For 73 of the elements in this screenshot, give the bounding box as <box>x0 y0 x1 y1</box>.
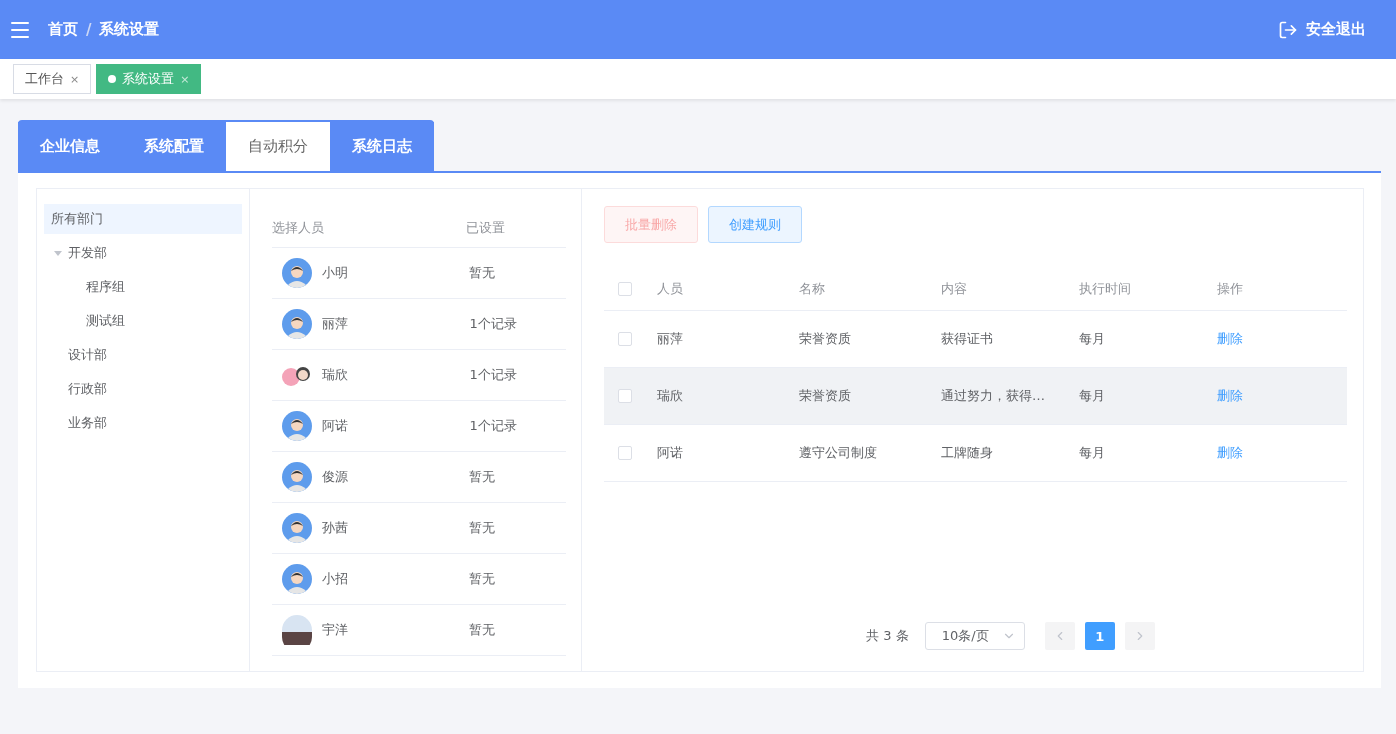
record-status: 暂无 <box>469 519 496 537</box>
table-cell-text: 荣誉资质 <box>799 387 852 405</box>
record-status: 暂无 <box>469 621 496 639</box>
close-icon[interactable]: × <box>70 72 80 86</box>
tree-item[interactable]: 测试组 <box>44 306 242 336</box>
checkbox[interactable] <box>618 389 632 403</box>
record-status: 暂无 <box>469 468 496 486</box>
table-cell-text: 阿诺 <box>657 444 684 462</box>
tree-item[interactable]: 设计部 <box>44 340 242 370</box>
record-status: 1个记录 <box>469 315 517 333</box>
column-header: 人员 <box>657 279 684 298</box>
column-header: 执行时间 <box>1079 279 1132 298</box>
page-size-select[interactable]: 10条/页 <box>924 622 1025 650</box>
total-count: 共 3 条 <box>866 627 909 645</box>
tab[interactable]: 自动积分 <box>226 122 330 171</box>
tree-item[interactable]: 开发部 <box>44 238 242 268</box>
person-name: 小招 <box>322 570 348 588</box>
active-dot <box>108 75 117 83</box>
person-name: 俊源 <box>322 468 348 486</box>
avatar-icon <box>282 309 312 339</box>
breadcrumb-item[interactable]: 系统设置 <box>99 20 160 39</box>
checkbox[interactable] <box>618 332 632 346</box>
column-header: 名称 <box>799 279 826 298</box>
avatar-icon <box>282 462 312 492</box>
checkbox[interactable] <box>618 446 632 460</box>
person-name: 孙茜 <box>322 519 348 537</box>
column-header: 已设置 <box>466 219 507 237</box>
table-cell-text: 每月 <box>1079 330 1106 348</box>
logout-button[interactable]: 安全退出 <box>1272 18 1372 41</box>
avatar-icon <box>282 513 312 543</box>
breadcrumb-separator: / <box>86 20 92 39</box>
record-status: 1个记录 <box>469 417 517 435</box>
table-cell-text: 通过努力，获得… <box>941 387 1046 405</box>
tree-item[interactable]: 程序组 <box>44 272 242 302</box>
person-row[interactable]: 孙茜 暂无 <box>272 503 566 554</box>
table-cell-text: 工牌随身 <box>941 444 994 462</box>
table-cell-text: 丽萍 <box>657 330 684 348</box>
logout-icon <box>1278 19 1298 40</box>
table-cell-text: 荣誉资质 <box>799 330 852 348</box>
caret-icon <box>54 250 62 256</box>
tree-item[interactable]: 行政部 <box>44 374 242 404</box>
column-header: 内容 <box>941 279 968 298</box>
person-row[interactable]: 宇洋 暂无 <box>272 605 566 656</box>
breadcrumb-item[interactable]: 首页 <box>48 20 78 39</box>
table-cell-text: 获得证书 <box>941 330 994 348</box>
person-name: 瑞欣 <box>322 366 348 384</box>
photo-placeholder <box>282 615 312 645</box>
column-header: 选择人员 <box>272 219 325 237</box>
tree-item[interactable]: 业务部 <box>44 408 242 438</box>
person-row[interactable]: 瑞欣 1个记录 <box>272 350 566 401</box>
person-name: 小明 <box>322 264 348 282</box>
record-status: 暂无 <box>469 264 496 282</box>
person-name: 丽萍 <box>322 315 348 333</box>
record-status: 1个记录 <box>469 366 517 384</box>
avatar-icon <box>282 564 312 594</box>
person-row[interactable]: 阿诺 1个记录 <box>272 401 566 452</box>
checkbox[interactable] <box>618 281 632 296</box>
table-cell-text: 每月 <box>1079 387 1106 405</box>
table-cell-text: 每月 <box>1079 444 1106 462</box>
avatar-icon <box>282 411 312 441</box>
person-name: 宇洋 <box>322 621 348 639</box>
column-header: 操作 <box>1217 279 1244 298</box>
avatar-icon <box>282 258 312 288</box>
person-row[interactable]: 俊源 暂无 <box>272 452 566 503</box>
table-cell-text: 遵守公司制度 <box>799 444 878 462</box>
record-status: 暂无 <box>469 570 496 588</box>
person-row[interactable]: 小招 暂无 <box>272 554 566 605</box>
person-row[interactable]: 丽萍 1个记录 <box>272 299 566 350</box>
tree-item[interactable]: 所有部门 <box>44 204 242 234</box>
person-row[interactable]: 小明 暂无 <box>272 248 566 299</box>
table-cell-text: 瑞欣 <box>657 387 684 405</box>
page-tag[interactable]: 工作台 × <box>13 64 92 94</box>
person-name: 阿诺 <box>322 417 348 435</box>
